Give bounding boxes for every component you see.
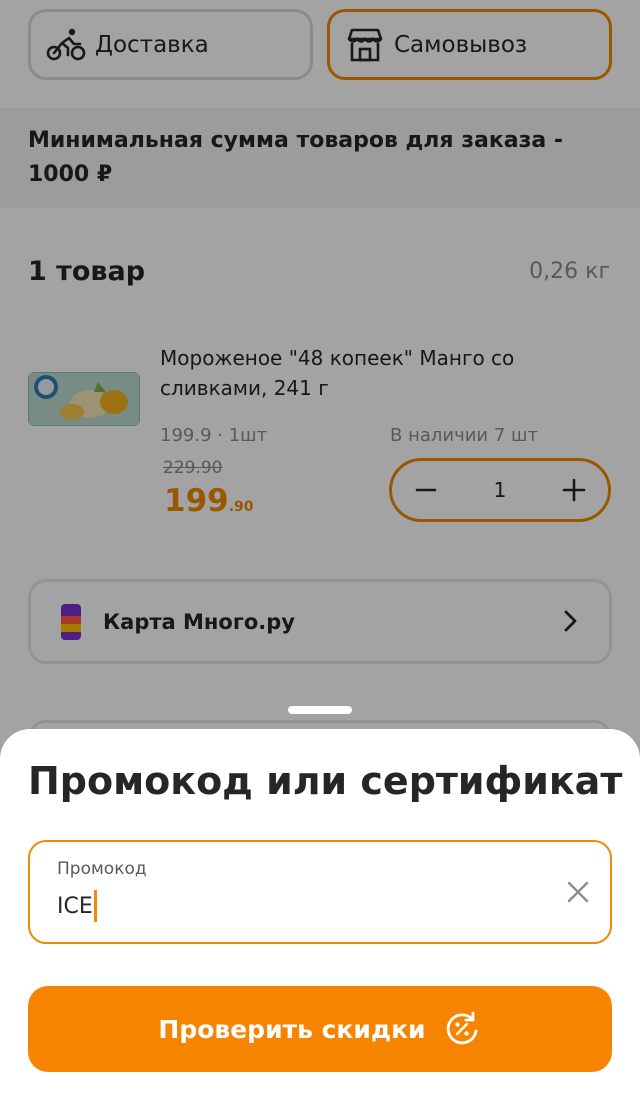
promo-code-input[interactable]: ICE xyxy=(57,890,97,922)
check-discounts-label: Проверить скидки xyxy=(158,1014,426,1044)
promo-code-field[interactable]: Промокод ICE xyxy=(28,840,612,944)
promo-bottom-sheet: Промокод или сертификат Промокод ICE Про… xyxy=(0,729,640,1105)
checkout-page: Доставка Самовывоз Минимальная сумма тов… xyxy=(0,0,640,1105)
sheet-drag-handle[interactable] xyxy=(288,706,352,714)
text-cursor xyxy=(93,890,97,922)
discount-refresh-icon xyxy=(446,1011,477,1045)
promo-code-value: ICE xyxy=(57,893,93,919)
clear-icon[interactable] xyxy=(564,878,592,906)
promo-code-label: Промокод xyxy=(57,859,147,879)
check-discounts-button[interactable]: Проверить скидки xyxy=(28,986,612,1072)
sheet-title: Промокод или сертификат xyxy=(28,759,623,803)
